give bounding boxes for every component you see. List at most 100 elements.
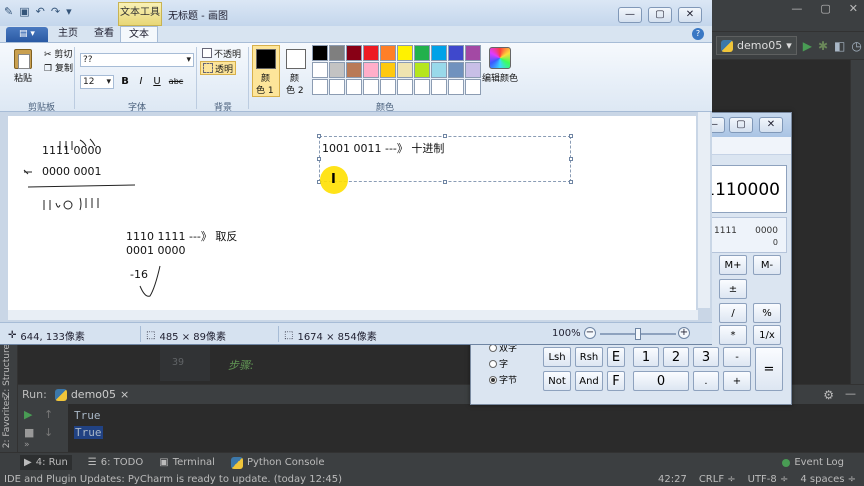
left-tool-strip: Z: Structure 2: Favorites — [0, 340, 18, 452]
calc-and-button[interactable]: And — [575, 371, 603, 391]
maximize-icon[interactable]: ▢ — [820, 2, 830, 15]
tab-todo-label: 6: TODO — [100, 457, 144, 468]
tab-terminal-label: Terminal — [172, 457, 215, 468]
resize-handle[interactable] — [317, 134, 321, 138]
canvas-text: 0000 0001 — [42, 165, 102, 178]
radio-byte[interactable]: 字节 — [489, 373, 517, 386]
arrow-down-icon[interactable]: ↓ — [44, 426, 53, 439]
cursor-position: ✛ 644, 133像素 — [8, 328, 85, 343]
arrow-up-icon[interactable]: ↑ — [44, 408, 53, 421]
image-size-icon: ⬚ — [284, 330, 294, 341]
zoom-out-button[interactable]: − — [584, 327, 596, 339]
scribble-stroke — [43, 197, 99, 211]
caret-position[interactable]: 42:27 — [658, 474, 687, 485]
event-log-label: Event Log — [794, 457, 844, 468]
run-tool-column: ▶ ↑ ■ ↓ » — [18, 404, 68, 452]
rerun-icon[interactable]: ▶ — [24, 408, 32, 421]
calc-mplus-button[interactable]: M+ — [719, 255, 747, 275]
close-icon[interactable]: ✕ — [849, 2, 858, 15]
binary-bits-panel: 1111 0000 0 — [701, 217, 787, 253]
image-size: ⬚ 1674 × 854像素 — [284, 328, 377, 343]
resize-handle[interactable] — [443, 134, 447, 138]
python-icon — [721, 39, 733, 52]
calc-hex-f-button[interactable]: F — [607, 371, 625, 391]
profile-icon[interactable]: ◷ — [851, 39, 861, 53]
expand-icon[interactable]: » — [24, 440, 30, 450]
run-config-label: demo05 — [737, 39, 783, 52]
bits-group: 1111 — [714, 226, 737, 236]
calc-divide-button[interactable]: / — [719, 303, 747, 323]
calc-multiply-button[interactable]: * — [719, 325, 747, 345]
calc-close-button[interactable]: ✕ — [759, 117, 783, 133]
text-box[interactable]: 1001 0011 ---》 十进制 — [317, 134, 573, 184]
debug-icon[interactable]: ✱ — [818, 39, 828, 53]
file-encoding[interactable]: UTF-8 ÷ — [748, 474, 789, 485]
run-output-panel: ▶ ↑ ■ ↓ » True True — [18, 404, 864, 452]
chevron-down-icon: ▾ — [786, 39, 792, 52]
calc-one-button[interactable]: 1 — [633, 347, 659, 367]
run-icon[interactable]: ▶ — [803, 39, 812, 53]
stop-icon[interactable]: ■ — [24, 426, 34, 439]
run-config-selector[interactable]: demo05 ▾ — [716, 36, 797, 55]
calc-reciprocal-button[interactable]: 1/x — [753, 325, 781, 345]
radio-selected-icon — [489, 375, 497, 384]
calc-lsh-button[interactable]: Lsh — [543, 347, 571, 367]
editor-area[interactable]: 39 步骤: — [160, 345, 470, 381]
line-separator[interactable]: CRLF ÷ — [699, 474, 736, 485]
selection-size-value: 485 × 89像素 — [159, 332, 227, 343]
calc-equals-button[interactable]: = — [755, 347, 783, 391]
update-message[interactable]: IDE and Plugin Updates: PyCharm is ready… — [4, 474, 342, 485]
zoom-slider-thumb[interactable] — [635, 328, 641, 340]
structure-tab[interactable]: Z: Structure — [2, 344, 12, 398]
output-line: True — [74, 409, 101, 422]
indent-setting[interactable]: 4 spaces ÷ — [800, 474, 856, 485]
calc-hex-e-button[interactable]: E — [607, 347, 625, 367]
calc-minus-button[interactable]: - — [723, 347, 751, 367]
calc-mminus-button[interactable]: M- — [753, 255, 781, 275]
pycharm-titlebar: — ▢ ✕ — [712, 0, 864, 32]
tab-python-console[interactable]: Python Console — [230, 456, 325, 469]
calculator-display: 1110000 — [701, 165, 787, 213]
status-divider — [278, 326, 279, 342]
radio-word[interactable]: 字 — [489, 357, 508, 370]
gear-icon[interactable]: ⚙ — [823, 388, 834, 402]
calc-three-button[interactable]: 3 — [693, 347, 719, 367]
tab-todo[interactable]: ☰ 6: TODO — [88, 457, 143, 468]
favorites-tab[interactable]: 2: Favorites — [2, 396, 12, 448]
calc-not-button[interactable]: Not — [543, 371, 571, 391]
resize-handle[interactable] — [569, 157, 573, 161]
python-icon — [54, 388, 67, 401]
resize-handle[interactable] — [443, 180, 447, 184]
calc-plusminus-button[interactable]: ± — [719, 279, 747, 299]
event-log-icon — [782, 458, 791, 467]
calc-plus-button[interactable]: + — [723, 371, 751, 391]
tab-terminal[interactable]: ▣ Terminal — [159, 457, 215, 468]
resize-handle[interactable] — [569, 180, 573, 184]
underline-stroke — [27, 184, 136, 188]
tab-run[interactable]: ▶ 4: Run — [20, 455, 72, 470]
canvas-text: 0001 0000 — [126, 244, 186, 257]
calc-dot-button[interactable]: . — [693, 371, 719, 391]
zoom-level: 100% — [552, 328, 581, 339]
resize-handle[interactable] — [317, 157, 321, 161]
resize-handle[interactable] — [569, 134, 573, 138]
paint-window: ✎ ▣ ↶ ↷ ▾ 文本工具 无标题 - 画图 — ▢ ✕ ▤ ▾ 主页 查看 … — [0, 0, 712, 345]
zoom-slider[interactable] — [600, 328, 676, 340]
event-log[interactable]: Event Log — [782, 457, 844, 468]
close-tab-icon[interactable]: × — [120, 388, 129, 401]
coverage-icon[interactable]: ◧ — [834, 39, 845, 53]
calc-two-button[interactable]: 2 — [663, 347, 689, 367]
output-line-selected: True — [74, 426, 103, 439]
run-label: Run: — [22, 388, 47, 401]
minimize-icon[interactable]: — — [791, 2, 802, 15]
calc-zero-button[interactable]: 0 — [633, 371, 689, 391]
calc-percent-button[interactable]: % — [753, 303, 781, 323]
zoom-in-button[interactable]: + — [678, 327, 690, 339]
run-tab-demo05[interactable]: demo05 × — [54, 388, 129, 401]
arrow-mark — [23, 169, 32, 175]
right-scroll-strip[interactable] — [850, 60, 864, 390]
hide-panel-icon[interactable]: — — [845, 387, 856, 400]
canvas-text: -16 — [130, 268, 148, 281]
calc-rsh-button[interactable]: Rsh — [575, 347, 603, 367]
calc-maximize-button[interactable]: ▢ — [729, 117, 753, 133]
